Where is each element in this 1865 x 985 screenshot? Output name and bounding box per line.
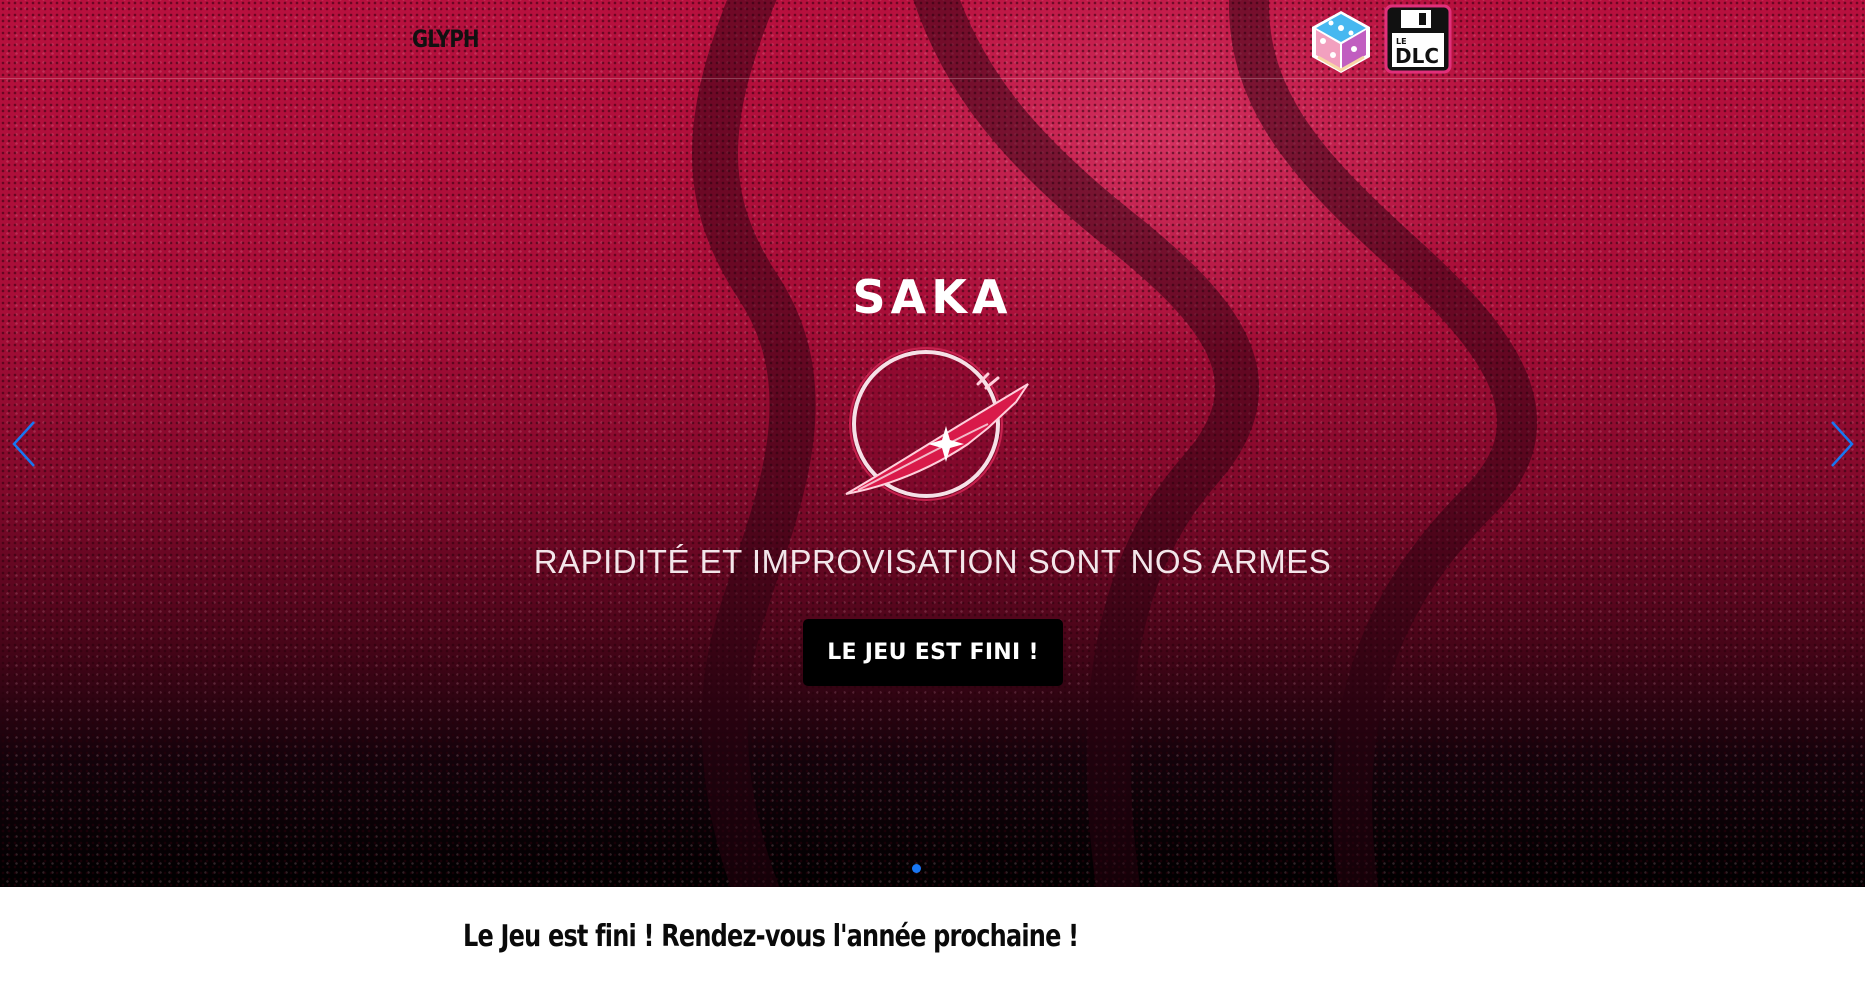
le-dlc-floppy-logo-icon[interactable]: LE DLC xyxy=(1383,3,1453,75)
brand-logo[interactable]: GLYPH xyxy=(412,25,479,53)
carousel-prev-button[interactable] xyxy=(10,420,40,468)
dice-logo-icon[interactable] xyxy=(1306,3,1376,75)
carousel-next-button[interactable] xyxy=(1826,420,1856,468)
site-header: GLYPH LE DLC xyxy=(0,0,1865,79)
hero-slide: SAKA RAPIDITÉ ET IMPROVISATION SONT NOS … xyxy=(0,0,1865,887)
chevron-left-icon xyxy=(12,421,35,467)
slide-title: SAKA xyxy=(852,270,1013,324)
saka-knife-emblem-icon xyxy=(845,347,1029,501)
svg-text:DLC: DLC xyxy=(1395,44,1439,68)
chevron-right-icon xyxy=(1831,421,1854,467)
game-over-notice: Le Jeu est fini ! Rendez-vous l'année pr… xyxy=(463,919,1079,954)
game-over-button[interactable]: LE JEU EST FINI ! xyxy=(803,619,1063,686)
hero-carousel: GLYPH LE DLC SAKA RAPIDITÉ ET IMPROVISAT… xyxy=(0,0,1865,887)
slide-tagline: RAPIDITÉ ET IMPROVISATION SONT NOS ARMES xyxy=(533,543,1332,580)
carousel-dot-1[interactable] xyxy=(912,864,921,873)
